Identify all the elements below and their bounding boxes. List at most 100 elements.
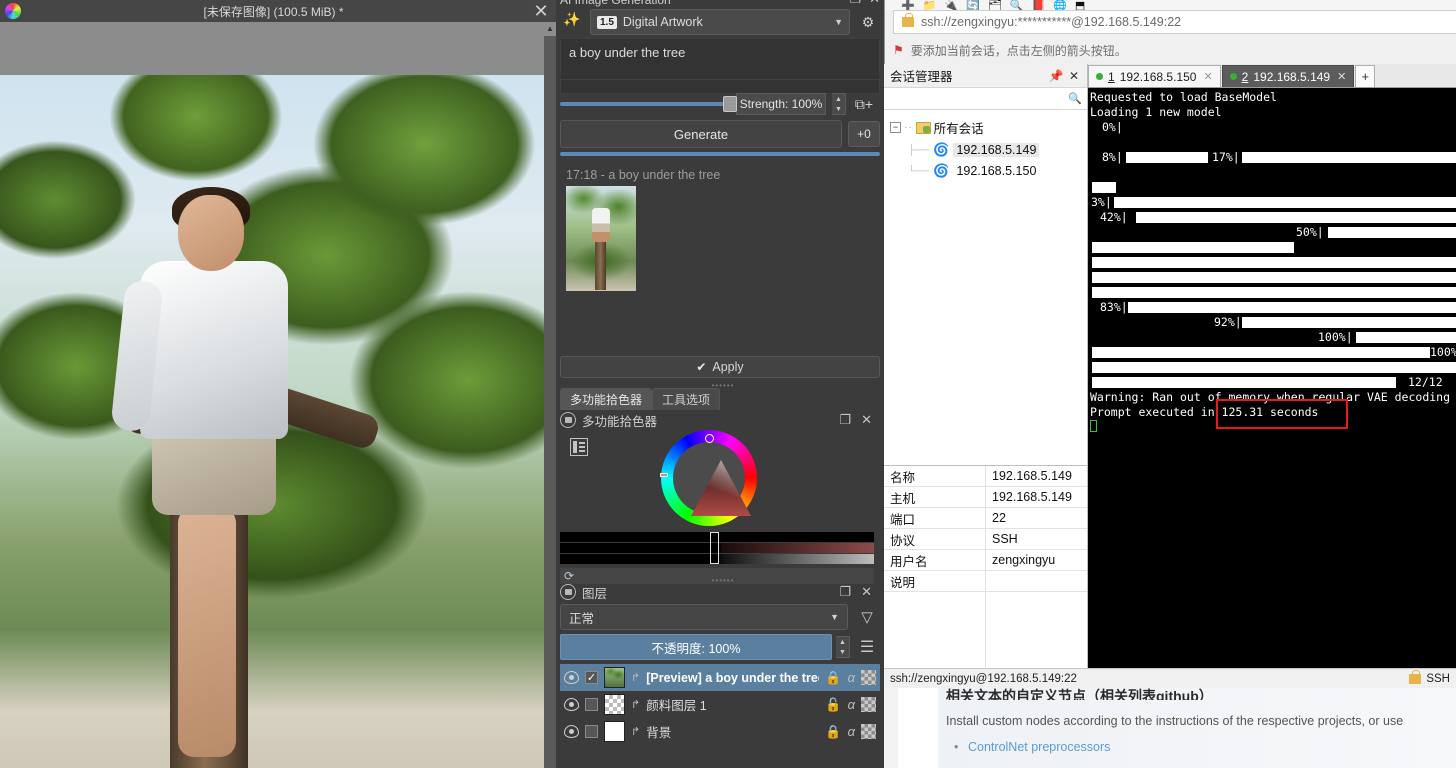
reconnect-icon[interactable]: 🔄 bbox=[966, 0, 980, 10]
open-folder-icon[interactable]: 📁 bbox=[923, 0, 937, 10]
expand-collapse-icon[interactable]: − bbox=[890, 122, 901, 133]
alpha-icon[interactable]: α bbox=[848, 697, 855, 712]
prompt-input[interactable]: a boy under the tree bbox=[560, 38, 880, 80]
opacity-stepper[interactable]: ▲ ▼ bbox=[836, 636, 850, 658]
session-item-149[interactable]: ├── 🌀 192.168.5.149 bbox=[908, 142, 1087, 158]
layer-thumbnail[interactable] bbox=[604, 721, 625, 742]
generate-button[interactable]: Generate bbox=[560, 120, 842, 148]
doc-link[interactable]: ControlNet preprocessors bbox=[938, 728, 1456, 754]
lock-icon[interactable] bbox=[560, 412, 576, 428]
lock-icon[interactable]: 🔒 bbox=[825, 670, 841, 686]
visibility-eye-icon[interactable] bbox=[564, 671, 579, 684]
history-thumbnail[interactable] bbox=[566, 186, 636, 291]
stepper-up-icon[interactable]: ▲ bbox=[835, 96, 842, 103]
add-layer-icon[interactable]: ⧉+ bbox=[852, 96, 876, 113]
queue-count-button[interactable]: +0 bbox=[848, 121, 880, 147]
canvas-vertical-scrollbar[interactable]: ▲ bbox=[544, 22, 556, 768]
table-row[interactable]: ↱ 颜料图层 1 🔓 α bbox=[560, 691, 880, 718]
split-icon[interactable]: ⬒ bbox=[1075, 0, 1085, 10]
globe-icon[interactable]: 🌐 bbox=[1053, 0, 1067, 10]
layer-checkbox[interactable]: ✓ bbox=[585, 671, 598, 684]
color-wheel[interactable] bbox=[660, 430, 757, 526]
reset-icon[interactable]: ⟳ bbox=[564, 569, 574, 583]
ai-style-row: ✨ 1.5 Digital Artwork ▼ ⚙ bbox=[560, 8, 880, 36]
plus-icon[interactable]: + bbox=[1355, 65, 1376, 87]
layer-thumbnail[interactable] bbox=[604, 667, 625, 688]
chevron-down-icon[interactable]: ▼ bbox=[834, 17, 843, 27]
layer-checkbox[interactable] bbox=[585, 725, 598, 738]
tab-color-picker[interactable]: 多功能拾色器 bbox=[560, 388, 653, 410]
lock-icon[interactable] bbox=[560, 584, 576, 600]
style-select[interactable]: 1.5 Digital Artwork ▼ bbox=[590, 9, 850, 35]
close-icon[interactable]: ✕ bbox=[869, 0, 880, 7]
alpha-icon[interactable]: α bbox=[848, 670, 855, 685]
lock-icon[interactable]: 🔒 bbox=[825, 724, 841, 740]
color-slider-handle[interactable] bbox=[710, 532, 719, 564]
red-flag-icon[interactable]: ⚑ bbox=[893, 43, 904, 57]
close-icon[interactable]: ✕ bbox=[1203, 70, 1212, 83]
layer-checkbox[interactable] bbox=[585, 698, 598, 711]
close-icon[interactable]: ✕ bbox=[1065, 69, 1083, 83]
close-icon[interactable]: ✕ bbox=[861, 584, 872, 600]
tab-tool-options[interactable]: 工具选项 bbox=[652, 388, 721, 410]
filter-icon[interactable]: ▽ bbox=[854, 608, 880, 626]
disconnect-icon[interactable]: 🔌 bbox=[944, 0, 958, 10]
unlock-icon[interactable]: 🔓 bbox=[825, 697, 841, 713]
stepper-down-icon[interactable]: ▼ bbox=[839, 649, 846, 656]
progress-percent: 12/12 bbox=[1408, 375, 1443, 389]
find-icon[interactable]: 🔍 bbox=[1010, 0, 1024, 10]
alpha-lock-icon[interactable] bbox=[861, 697, 876, 712]
table-row[interactable]: ✓ ↱ [Preview] a boy under the tree 🔒 α bbox=[560, 664, 880, 691]
hue-marker-secondary[interactable] bbox=[660, 473, 668, 477]
address-bar[interactable]: ssh://zengxingyu:***********@192.168.5.1… bbox=[893, 10, 1456, 34]
apply-button[interactable]: ✔ Apply bbox=[560, 356, 880, 378]
search-icon[interactable]: 🔍 bbox=[1068, 92, 1082, 105]
close-icon[interactable]: ✕ bbox=[861, 412, 872, 428]
log-icon[interactable]: 📕 bbox=[1031, 0, 1045, 10]
list-view-icon[interactable] bbox=[570, 438, 588, 456]
search-input[interactable] bbox=[889, 91, 1069, 106]
progress-fill bbox=[1136, 212, 1456, 223]
tab-192-168-5-149[interactable]: 2 192.168.5.149 ✕ bbox=[1221, 65, 1355, 87]
layer-thumbnail[interactable] bbox=[604, 694, 625, 715]
scroll-up-arrow-icon[interactable]: ▲ bbox=[544, 22, 556, 36]
hamburger-icon[interactable]: ☰ bbox=[854, 637, 880, 657]
close-icon[interactable]: ✕ bbox=[1337, 70, 1346, 83]
chevron-down-icon[interactable]: ▼ bbox=[830, 612, 839, 622]
color-sliders[interactable] bbox=[560, 532, 874, 564]
gear-icon[interactable]: ⚙ bbox=[856, 14, 880, 31]
blend-mode-select[interactable]: 正常 ▼ bbox=[560, 604, 848, 630]
visibility-eye-icon[interactable] bbox=[564, 725, 579, 738]
table-row[interactable]: ↱ 背景 🔒 α bbox=[560, 718, 880, 745]
hue-marker[interactable] bbox=[705, 434, 714, 443]
close-icon[interactable]: ✕ bbox=[526, 0, 556, 22]
session-tree-root[interactable]: − ·· 所有会话 bbox=[890, 118, 1087, 137]
restore-icon[interactable]: ❐ bbox=[839, 412, 851, 428]
restore-icon[interactable]: ❐ bbox=[839, 584, 851, 600]
docker-tabs: 多功能拾色器 工具选项 bbox=[560, 388, 880, 410]
terminal-output[interactable]: Requested to load BaseModel Loading 1 new… bbox=[1088, 88, 1456, 668]
tab-192-168-5-150[interactable]: 1 192.168.5.150 ✕ bbox=[1088, 65, 1221, 87]
image-canvas[interactable] bbox=[0, 75, 544, 768]
visibility-eye-icon[interactable] bbox=[564, 698, 579, 711]
pin-icon[interactable]: 📌 bbox=[1047, 69, 1065, 83]
panel-splitter-handle[interactable]: •••••• bbox=[706, 381, 740, 390]
session-manager-panel: 会话管理器 📌 ✕ 🔍 − ·· 所有会话 ├── 🌀 192.168.5.14… bbox=[884, 64, 1088, 668]
session-item-150[interactable]: └── 🌀 192.168.5.150 bbox=[908, 163, 1087, 179]
browser-content-gutter bbox=[898, 684, 938, 768]
strength-value[interactable]: Strength: 100% bbox=[736, 93, 826, 115]
alpha-icon[interactable]: α bbox=[848, 724, 855, 739]
new-session-icon[interactable]: ➕ bbox=[901, 0, 915, 10]
strength-slider-handle[interactable] bbox=[723, 96, 737, 112]
stepper-down-icon[interactable]: ▼ bbox=[835, 106, 842, 113]
folder-icon bbox=[915, 121, 931, 134]
restore-icon[interactable]: ❐ bbox=[849, 0, 861, 7]
transfer-icon[interactable]: 🗂 bbox=[988, 0, 1002, 10]
opacity-slider[interactable]: 不透明度: 100% bbox=[560, 634, 832, 660]
strength-stepper[interactable]: ▲ ▼ bbox=[832, 93, 846, 115]
stepper-up-icon[interactable]: ▲ bbox=[839, 639, 846, 646]
magic-wand-icon[interactable]: ✨ bbox=[560, 11, 584, 33]
strength-slider[interactable] bbox=[560, 96, 737, 112]
alpha-lock-icon[interactable] bbox=[861, 724, 876, 739]
alpha-lock-icon[interactable] bbox=[861, 670, 876, 685]
